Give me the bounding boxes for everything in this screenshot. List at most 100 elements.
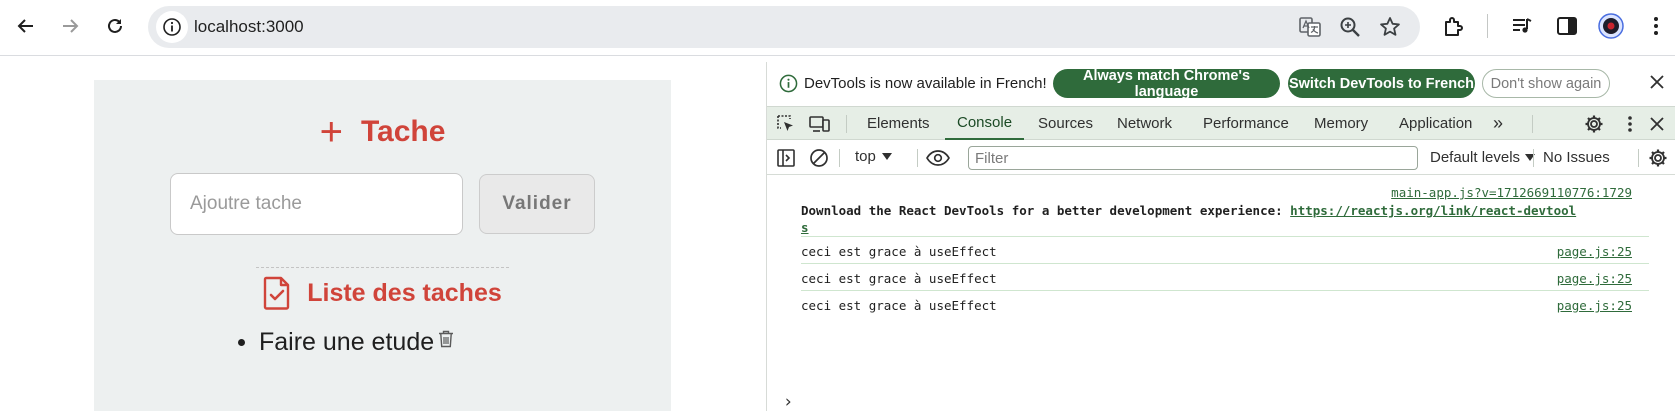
console-text: ceci est grace à useEffect xyxy=(801,298,997,313)
close-icon xyxy=(1650,75,1664,89)
devtools-panel: DevTools is now available in French! Alw… xyxy=(766,62,1675,412)
site-info-icon xyxy=(163,18,181,36)
console-message: ceci est grace à useEffect page.js:25 xyxy=(767,291,1675,317)
tab-elements[interactable]: Elements xyxy=(867,107,930,140)
tab-performance[interactable]: Performance xyxy=(1203,107,1289,140)
back-icon xyxy=(17,19,33,33)
reload-button[interactable] xyxy=(98,9,132,43)
source-link[interactable]: main-app.js?v=1712669110776:1729 xyxy=(1391,185,1632,200)
console-prompt[interactable]: › xyxy=(783,392,793,412)
filter-input[interactable] xyxy=(968,146,1418,170)
bookmark-button[interactable] xyxy=(1377,14,1403,40)
clear-console-button[interactable] xyxy=(808,147,830,169)
console-filterbar: top Default levels No Issues xyxy=(767,141,1675,175)
device-toolbar-button[interactable] xyxy=(809,113,831,135)
url-text[interactable]: localhost:3000 xyxy=(194,17,304,37)
dont-show-again-button[interactable]: Don't show again xyxy=(1482,69,1610,98)
side-panel-button[interactable] xyxy=(1553,12,1581,40)
context-value: top xyxy=(855,148,876,165)
task-input[interactable] xyxy=(170,173,463,235)
close-devtools-button[interactable] xyxy=(1646,113,1668,135)
more-tabs-button[interactable]: » xyxy=(1493,107,1503,140)
device-icon xyxy=(809,116,830,132)
switch-french-button[interactable]: Switch DevTools to French xyxy=(1288,69,1475,98)
profile-button[interactable] xyxy=(1597,12,1625,40)
reload-icon xyxy=(108,18,122,33)
gear-icon xyxy=(1649,149,1667,167)
task-text: Faire une etude xyxy=(259,328,435,356)
trash-icon xyxy=(439,330,454,347)
issues-counter[interactable]: No Issues xyxy=(1543,149,1610,166)
app-title: Tache xyxy=(360,115,446,148)
translate-button[interactable] xyxy=(1297,14,1323,40)
react-devtools-link[interactable]: https://reactjs.org/link/react-devtool xyxy=(1290,203,1576,218)
site-info-button[interactable] xyxy=(156,11,188,43)
tab-sources[interactable]: Sources xyxy=(1038,107,1093,140)
zoom-icon xyxy=(1340,17,1360,37)
todo-app: + Tache Valider Liste des taches Faire u… xyxy=(94,80,671,411)
app-header: + Tache xyxy=(94,112,671,152)
log-levels-value: Default levels xyxy=(1430,149,1521,166)
source-link[interactable]: page.js:25 xyxy=(1557,244,1632,259)
media-icon xyxy=(1513,18,1532,33)
menu-button[interactable] xyxy=(1642,12,1670,40)
address-bar[interactable]: localhost:3000 xyxy=(148,6,1420,48)
toolbar-divider xyxy=(846,115,847,133)
source-link[interactable]: page.js:25 xyxy=(1557,271,1632,286)
back-button[interactable] xyxy=(9,9,43,43)
infobar-close-button[interactable] xyxy=(1649,74,1665,90)
react-devtools-message: Download the React DevTools for a better… xyxy=(801,203,1291,218)
devtools-menu-button[interactable] xyxy=(1619,113,1641,135)
toolbar-divider xyxy=(1532,115,1533,133)
toolbar-divider xyxy=(1533,149,1534,167)
sidebar-icon xyxy=(777,149,795,167)
toolbar-divider xyxy=(1487,14,1488,38)
delete-task-button[interactable] xyxy=(438,330,454,348)
console-message: ceci est grace à useEffect page.js:25 xyxy=(767,264,1675,290)
context-select[interactable]: top xyxy=(855,148,892,165)
tab-memory[interactable]: Memory xyxy=(1314,107,1368,140)
info-icon xyxy=(779,74,798,93)
toolbar-divider xyxy=(917,149,918,167)
console-settings-button[interactable] xyxy=(1647,147,1669,169)
live-expression-button[interactable] xyxy=(925,147,951,169)
tab-application[interactable]: Application xyxy=(1399,107,1472,140)
side-panel-icon xyxy=(1557,17,1577,35)
media-button[interactable] xyxy=(1508,12,1536,40)
kebab-icon xyxy=(1628,116,1632,132)
devtools-infobar: DevTools is now available in French! Alw… xyxy=(767,62,1675,105)
extensions-button[interactable] xyxy=(1440,12,1468,40)
bullet xyxy=(238,339,245,346)
list-header: Liste des taches xyxy=(94,276,671,310)
tab-network[interactable]: Network xyxy=(1117,107,1172,140)
task-list-icon xyxy=(264,276,290,310)
tab-console[interactable]: Console xyxy=(945,107,1025,140)
divider xyxy=(256,267,509,268)
extensions-icon xyxy=(1445,17,1463,36)
dropdown-arrow-icon xyxy=(881,152,892,160)
validate-button[interactable]: Valider xyxy=(479,174,595,234)
log-levels-select[interactable]: Default levels xyxy=(1430,149,1536,166)
source-link[interactable]: page.js:25 xyxy=(1557,298,1632,313)
inspect-element-button[interactable] xyxy=(775,113,797,135)
plus-icon: + xyxy=(319,110,343,154)
close-icon xyxy=(1650,117,1664,131)
console-message: main-app.js?v=1712669110776:1729 Downloa… xyxy=(767,176,1675,235)
list-title: Liste des taches xyxy=(307,278,502,307)
console-text: Download the React DevTools for a better… xyxy=(801,202,1651,236)
clear-icon xyxy=(810,149,828,167)
list-item: Faire une etude xyxy=(238,328,454,357)
forward-button[interactable] xyxy=(53,9,87,43)
react-devtools-link-cont[interactable]: s xyxy=(801,220,809,235)
menu-icon xyxy=(1654,17,1658,35)
inspect-icon xyxy=(777,115,793,131)
translate-icon xyxy=(1299,17,1321,37)
zoom-button[interactable] xyxy=(1337,14,1363,40)
eye-icon xyxy=(926,150,950,166)
infobar-message: DevTools is now available in French! xyxy=(804,75,1047,92)
forward-icon xyxy=(63,19,79,33)
settings-button[interactable] xyxy=(1583,113,1605,135)
console-output: main-app.js?v=1712669110776:1729 Downloa… xyxy=(767,176,1675,412)
sidebar-toggle-button[interactable] xyxy=(775,147,797,169)
match-language-button[interactable]: Always match Chrome's language xyxy=(1053,68,1280,100)
